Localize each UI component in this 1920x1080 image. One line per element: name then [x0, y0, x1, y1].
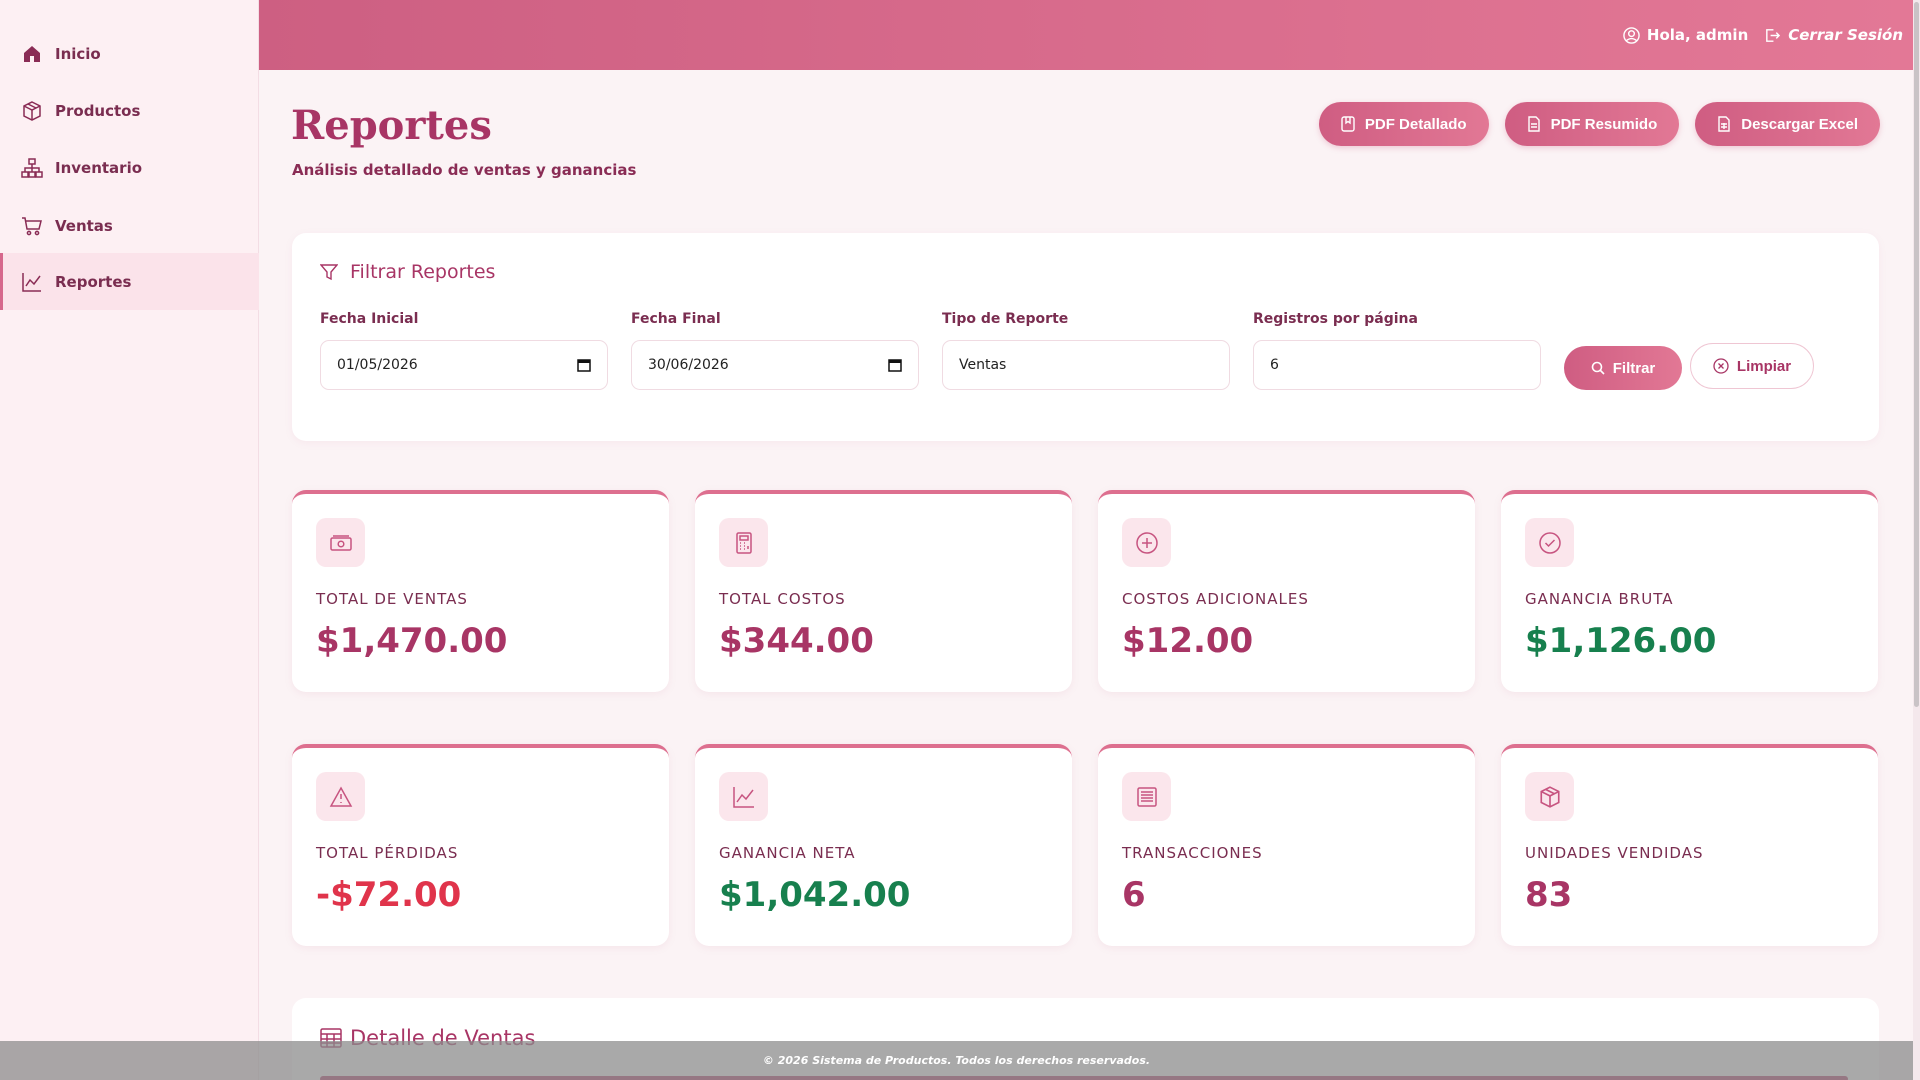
per-page-label: Registros por página	[1253, 311, 1418, 327]
page-subtitle: Análisis detallado de ventas y ganancias	[292, 161, 637, 179]
stat-value: $344.00	[719, 621, 874, 661]
calculator-icon	[719, 518, 768, 567]
top-bar: Hola, admin Cerrar Sesión	[259, 0, 1913, 70]
scrollbar[interactable]	[1913, 0, 1920, 1080]
user-menu: Hola, admin Cerrar Sesión	[1623, 0, 1903, 70]
filter-button[interactable]: Filtrar	[1564, 346, 1682, 390]
end-date-input[interactable]: 30/06/2026	[631, 340, 919, 390]
footer: © 2026 Sistema de Productos. Todos los d…	[0, 1041, 1913, 1080]
stat-label: COSTOS ADICIONALES	[1122, 590, 1309, 608]
plus-circle-icon	[1122, 518, 1171, 567]
stat-card-total-costs: TOTAL COSTOS $344.00	[695, 490, 1072, 692]
sidebar-item-label: Inicio	[55, 44, 101, 63]
sidebar-item-label: Productos	[55, 101, 141, 120]
stat-value: 6	[1122, 875, 1146, 915]
calendar-icon[interactable]	[577, 358, 591, 372]
stat-label: TOTAL COSTOS	[719, 590, 846, 608]
stat-card-transactions: TRANSACCIONES 6	[1098, 744, 1475, 946]
start-date-value: 01/05/2026	[337, 357, 418, 373]
stat-value: 83	[1525, 875, 1573, 915]
sidebar: Inicio Productos Inventario Ventas Repor…	[0, 0, 259, 1080]
logout-text: Cerrar Sesión	[1788, 26, 1903, 44]
end-date-value: 30/06/2026	[648, 357, 729, 373]
cart-icon	[21, 215, 43, 237]
stat-label: TOTAL DE VENTAS	[316, 590, 468, 608]
cash-icon	[316, 518, 365, 567]
spreadsheet-icon	[1718, 116, 1730, 132]
per-page-value: 6	[1270, 357, 1279, 373]
logout-link[interactable]: Cerrar Sesión	[1764, 26, 1903, 44]
user-circle-icon	[1623, 26, 1640, 44]
filter-card: Filtrar Reportes Fecha Inicial 01/05/202…	[292, 233, 1879, 441]
clear-button[interactable]: Limpiar	[1690, 343, 1814, 389]
stat-label: GANANCIA BRUTA	[1525, 590, 1674, 608]
excel-download-label: Descargar Excel	[1741, 115, 1858, 133]
filter-button-label: Filtrar	[1612, 359, 1656, 377]
stat-card-units-sold: UNIDADES VENDIDAS 83	[1501, 744, 1878, 946]
filter-title: Filtrar Reportes	[320, 261, 495, 283]
start-date-input[interactable]: 01/05/2026	[320, 340, 608, 390]
logout-icon	[1766, 28, 1781, 42]
sidebar-item-reportes[interactable]: Reportes	[0, 253, 259, 310]
greeting-text: Hola, admin	[1646, 26, 1749, 44]
stat-value: $1,126.00	[1525, 621, 1717, 661]
graph-icon	[719, 772, 768, 821]
sidebar-item-label: Reportes	[55, 272, 132, 291]
report-type-label: Tipo de Reporte	[942, 311, 1069, 327]
stat-value: $12.00	[1122, 621, 1254, 661]
home-icon	[21, 43, 43, 65]
hierarchy-icon	[21, 157, 43, 179]
stat-card-additional-costs: COSTOS ADICIONALES $12.00	[1098, 490, 1475, 692]
stat-card-total-losses: TOTAL PÉRDIDAS -$72.00	[292, 744, 669, 946]
box-icon	[21, 100, 43, 122]
scrollbar-thumb[interactable]	[1914, 2, 1919, 707]
bookmark-doc-icon	[1341, 116, 1355, 132]
stat-card-total-sales: TOTAL DE VENTAS $1,470.00	[292, 490, 669, 692]
box-icon	[1525, 772, 1574, 821]
sidebar-item-inicio[interactable]: Inicio	[0, 25, 259, 82]
start-date-label: Fecha Inicial	[320, 311, 419, 327]
pdf-summary-button[interactable]: PDF Resumido	[1504, 102, 1680, 146]
close-circle-icon	[1713, 358, 1729, 374]
sidebar-item-productos[interactable]: Productos	[0, 82, 259, 139]
stat-card-net-profit: GANANCIA NETA $1,042.00	[695, 744, 1072, 946]
clear-button-label: Limpiar	[1736, 357, 1792, 375]
user-greeting[interactable]: Hola, admin	[1623, 26, 1748, 44]
document-icon	[1527, 116, 1540, 132]
receipt-icon	[1122, 772, 1171, 821]
funnel-icon	[320, 264, 338, 281]
search-icon	[1591, 361, 1605, 375]
page-title: Reportes	[291, 102, 492, 149]
sidebar-item-label: Ventas	[55, 216, 113, 235]
stat-value: $1,470.00	[316, 621, 508, 661]
report-type-select[interactable]: Ventas	[942, 340, 1230, 390]
pdf-detailed-button[interactable]: PDF Detallado	[1318, 102, 1489, 146]
stat-label: TOTAL PÉRDIDAS	[316, 844, 459, 862]
per-page-input[interactable]: 6	[1253, 340, 1541, 390]
check-circle-icon	[1525, 518, 1574, 567]
export-actions: PDF Detallado PDF Resumido Descargar Exc…	[1318, 102, 1880, 146]
sidebar-item-inventario[interactable]: Inventario	[0, 139, 259, 196]
warning-icon	[316, 772, 365, 821]
stat-label: TRANSACCIONES	[1122, 844, 1263, 862]
calendar-icon[interactable]	[888, 358, 902, 372]
sidebar-item-label: Inventario	[55, 158, 143, 177]
stat-value: $1,042.00	[719, 875, 911, 915]
filter-title-text: Filtrar Reportes	[350, 261, 496, 283]
pdf-summary-label: PDF Resumido	[1550, 115, 1658, 133]
footer-text: © 2026 Sistema de Productos. Todos los d…	[762, 1054, 1151, 1067]
report-type-value: Ventas	[959, 357, 1007, 373]
chart-line-icon	[21, 271, 43, 293]
stat-card-gross-profit: GANANCIA BRUTA $1,126.00	[1501, 490, 1878, 692]
end-date-label: Fecha Final	[631, 311, 721, 327]
stat-value: -$72.00	[316, 875, 462, 915]
stat-label: UNIDADES VENDIDAS	[1525, 844, 1704, 862]
stat-label: GANANCIA NETA	[719, 844, 856, 862]
excel-download-button[interactable]: Descargar Excel	[1695, 102, 1880, 146]
sidebar-item-ventas[interactable]: Ventas	[0, 197, 259, 254]
pdf-detailed-label: PDF Detallado	[1364, 115, 1467, 133]
